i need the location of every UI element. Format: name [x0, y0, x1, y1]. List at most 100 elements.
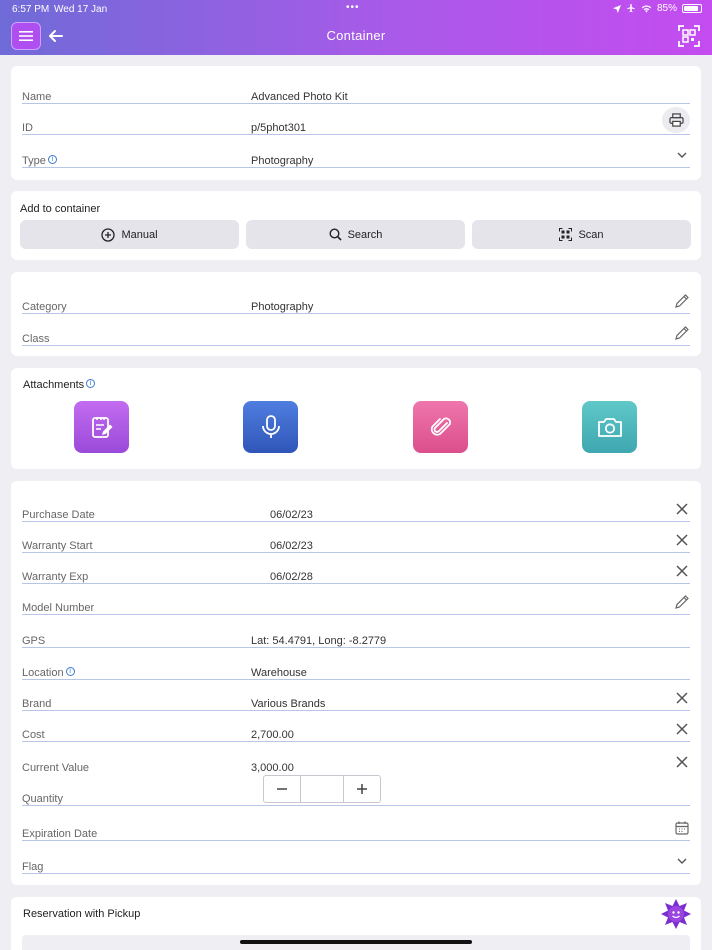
photo-attachment-button[interactable]	[582, 401, 637, 453]
type-label-wrap: Type i	[22, 155, 57, 167]
info-icon[interactable]: i	[47, 155, 57, 164]
clear-x-icon[interactable]	[674, 563, 690, 579]
expiration-date-row[interactable]: Expiration Date	[22, 811, 690, 841]
edit-pencil-icon[interactable]	[674, 293, 690, 309]
class-row[interactable]: Class	[22, 316, 690, 346]
manual-label: Manual	[121, 228, 158, 241]
classification-card: Category Photography Class	[11, 272, 701, 356]
info-icon[interactable]: i	[86, 379, 96, 388]
microphone-icon	[261, 415, 280, 438]
quantity-input[interactable]	[300, 776, 344, 802]
location-label: Location	[22, 667, 64, 679]
model-number-row[interactable]: Model Number	[22, 585, 690, 615]
warranty-exp-row[interactable]: Warranty Exp 06/02/28	[22, 554, 690, 584]
purchase-date-value[interactable]: 06/02/23	[270, 509, 313, 521]
edit-pencil-icon[interactable]	[674, 594, 690, 610]
audio-attachment-button[interactable]	[243, 401, 298, 453]
chevron-down-icon[interactable]	[674, 147, 690, 163]
cost-row[interactable]: Cost 2,700.00	[22, 712, 690, 742]
category-value[interactable]: Photography	[251, 301, 313, 313]
scan-button[interactable]: Scan	[472, 220, 691, 249]
type-value[interactable]: Photography	[251, 155, 313, 167]
category-label: Category	[22, 301, 67, 313]
notes-icon	[91, 417, 112, 438]
clear-x-icon[interactable]	[674, 721, 690, 737]
warranty-start-value[interactable]: 06/02/23	[270, 540, 313, 552]
flag-label: Flag	[22, 861, 44, 873]
model-number-label: Model Number	[22, 602, 95, 614]
notes-attachment-button[interactable]	[74, 401, 129, 453]
location-row[interactable]: Location i Warehouse	[22, 650, 690, 680]
type-row[interactable]: Type i Photography	[22, 138, 690, 168]
app-header: 6:57 PM Wed 17 Jan ••• 85% Container	[0, 0, 712, 55]
add-to-container-title: Add to container	[20, 203, 101, 215]
location-value[interactable]: Warehouse	[251, 667, 307, 679]
location-arrow-icon	[612, 4, 621, 13]
manual-button[interactable]: Manual	[20, 220, 239, 249]
increment-button[interactable]	[344, 776, 380, 802]
brand-value[interactable]: Various Brands	[251, 698, 325, 710]
flag-row[interactable]: Flag	[22, 844, 690, 874]
attachments-title: Attachments	[23, 379, 85, 391]
clear-x-icon[interactable]	[674, 532, 690, 548]
item-card: Name Advanced Photo Kit ID p/5phot301 Ty…	[11, 66, 701, 180]
quantity-label: Quantity	[22, 793, 63, 805]
warranty-exp-value[interactable]: 06/02/28	[270, 571, 313, 583]
plus-icon	[357, 784, 367, 794]
printer-icon	[668, 113, 684, 127]
calendar-icon[interactable]	[674, 820, 690, 836]
chevron-down-icon[interactable]	[674, 853, 690, 869]
brand-label: Brand	[22, 698, 52, 710]
warranty-start-row[interactable]: Warranty Start 06/02/23	[22, 523, 690, 553]
info-icon[interactable]: i	[65, 667, 75, 676]
home-indicator[interactable]	[240, 940, 472, 944]
camera-icon	[597, 418, 622, 437]
clear-x-icon[interactable]	[674, 690, 690, 706]
clear-x-icon[interactable]	[674, 501, 690, 517]
paperclip-icon	[430, 417, 451, 436]
reservation-title: Reservation with Pickup	[23, 908, 141, 920]
scan-label: Scan	[578, 228, 604, 241]
decrement-button[interactable]	[264, 776, 300, 802]
purchase-date-label: Purchase Date	[22, 509, 95, 521]
battery-icon	[682, 4, 702, 13]
attachments-card: Attachments i	[11, 368, 701, 469]
starburst-badge-icon[interactable]	[660, 898, 692, 930]
warranty-start-label: Warranty Start	[22, 540, 93, 552]
current-value-row[interactable]: Current Value 3,000.00	[22, 744, 690, 774]
class-label: Class	[22, 333, 50, 345]
name-label: Name	[22, 91, 52, 103]
attachments-title-wrap: Attachments i	[23, 379, 96, 391]
clear-x-icon[interactable]	[674, 754, 690, 770]
status-bar: 6:57 PM Wed 17 Jan ••• 85%	[0, 0, 712, 18]
edit-pencil-icon[interactable]	[674, 325, 690, 341]
expiration-date-label: Expiration Date	[22, 828, 98, 840]
quantity-stepper[interactable]	[263, 775, 381, 803]
id-value[interactable]: p/5phot301	[251, 122, 306, 134]
name-row[interactable]: Name Advanced Photo Kit	[22, 74, 690, 104]
details-card: Purchase Date 06/02/23 Warranty Start 06…	[11, 481, 701, 885]
qr-scan-icon[interactable]	[678, 25, 700, 47]
gps-value[interactable]: Lat: 54.4791, Long: -8.2779	[251, 635, 386, 647]
id-label: ID	[22, 122, 33, 134]
multitask-dots[interactable]: •••	[346, 2, 360, 13]
cost-label: Cost	[22, 729, 45, 741]
type-label: Type	[22, 155, 46, 167]
page-title: Container	[326, 28, 386, 43]
print-button[interactable]	[662, 107, 690, 133]
quantity-row[interactable]: Quantity	[22, 773, 690, 806]
category-row[interactable]: Category Photography	[22, 284, 690, 314]
file-attachment-button[interactable]	[413, 401, 468, 453]
cost-value[interactable]: 2,700.00	[251, 729, 294, 741]
purchase-date-row[interactable]: Purchase Date 06/02/23	[22, 492, 690, 522]
gps-row[interactable]: GPS Lat: 54.4791, Long: -8.2779	[22, 618, 690, 648]
status-date: Wed 17 Jan	[54, 4, 108, 15]
search-button[interactable]: Search	[246, 220, 465, 249]
airplane-icon	[627, 4, 635, 13]
status-time: 6:57 PM	[12, 4, 50, 15]
name-value[interactable]: Advanced Photo Kit	[251, 91, 348, 103]
gps-label: GPS	[22, 635, 46, 647]
id-row[interactable]: ID p/5phot301	[22, 105, 690, 135]
add-to-container-card: Add to container Manual Search Scan	[11, 191, 701, 260]
brand-row[interactable]: Brand Various Brands	[22, 681, 690, 711]
